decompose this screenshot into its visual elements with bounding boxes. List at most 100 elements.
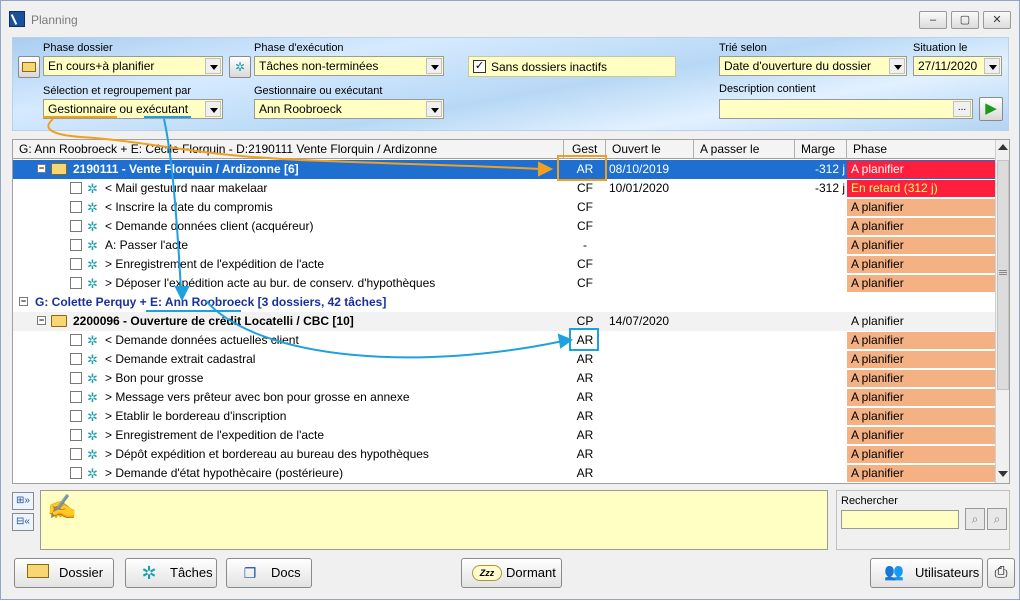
task-checkbox[interactable]	[70, 353, 82, 365]
task-row[interactable]: ✲ > Enregistrement de l'expedition de l'…	[13, 426, 995, 445]
task-row[interactable]: ✲ < Mail gestuurd naar makelaar CF 10/01…	[13, 179, 995, 198]
close-button[interactable]: ✕	[983, 11, 1011, 29]
gear-icon: ✲	[87, 352, 98, 367]
utilisateurs-button-label: Utilisateurs	[915, 565, 980, 580]
dossier-button[interactable]: Dossier	[14, 558, 114, 588]
scroll-thumb[interactable]	[997, 160, 1009, 390]
task-row[interactable]: ✲ A: Passer l'acte - A planifier	[13, 236, 995, 255]
task-row[interactable]: ✲ > Message vers prêteur avec bon pour g…	[13, 388, 995, 407]
description-input[interactable]: ...	[719, 99, 973, 119]
task-checkbox[interactable]	[70, 391, 82, 403]
phase-execution-select[interactable]: Tâches non-terminées	[254, 56, 444, 76]
task-label: < Mail gestuurd naar makelaar	[105, 181, 268, 195]
phase-dossier-value: En cours+à planifier	[48, 59, 155, 73]
situation-date-select[interactable]: 27/11/2020	[913, 56, 1002, 76]
search-input[interactable]	[841, 510, 959, 529]
dossier-row[interactable]: − 2200096 - Ouverture de crédit Locatell…	[13, 312, 995, 331]
task-checkbox[interactable]	[70, 410, 82, 422]
planning-grid: G: Ann Roobroeck + E: Cécile Florquin - …	[12, 139, 1010, 484]
task-row[interactable]: ✲ < Demande extrait cadastral AR A plani…	[13, 350, 995, 369]
dormant-button[interactable]: Zzz Dormant	[461, 558, 562, 588]
docs-button[interactable]: ❐ Docs	[226, 558, 312, 588]
task-checkbox[interactable]	[70, 334, 82, 346]
task-checkbox[interactable]	[70, 182, 82, 194]
users-icon: 👥	[884, 564, 904, 581]
notes-textarea[interactable]: ✍	[40, 490, 828, 550]
search-panel: Rechercher ⌕ ⌕	[836, 490, 1010, 550]
search-next-icon[interactable]: ⌕	[987, 508, 1007, 530]
search-prev-icon[interactable]: ⌕	[965, 508, 985, 530]
sans-inactifs-label: Sans dossiers inactifs	[491, 60, 608, 74]
gear-icon: ✲	[87, 200, 98, 215]
task-phase: A planifier	[847, 408, 995, 425]
maximize-button[interactable]: ▢	[951, 11, 979, 29]
ellipsis-button[interactable]: ...	[953, 101, 971, 117]
task-row[interactable]: ✲ > Etablir le bordereau d'inscription A…	[13, 407, 995, 426]
task-row[interactable]: ✲ > Dépôt expédition et bordereau au bur…	[13, 445, 995, 464]
collapse-icon[interactable]: −	[37, 316, 46, 325]
group-row[interactable]: − G: Colette Perquy + E: Ann Roobroeck […	[13, 293, 995, 312]
task-checkbox[interactable]	[70, 258, 82, 270]
taches-button[interactable]: ✲ Tâches	[125, 558, 217, 588]
task-checkbox[interactable]	[70, 467, 82, 479]
expand-all-icon[interactable]: ⊞»	[12, 492, 34, 510]
task-row[interactable]: ✲ < Demande données actuelles client AR …	[13, 331, 995, 350]
task-row[interactable]: ✲ > Enregistrement de l'expédition de l'…	[13, 255, 995, 274]
col-ouvert[interactable]: Ouvert le	[606, 140, 694, 159]
filter-panel: Phase dossier En cours+à planifier ✲ Pha…	[12, 37, 1009, 131]
phase-dossier-label: Phase dossier	[43, 42, 113, 54]
phase-dossier-select[interactable]: En cours+à planifier	[43, 56, 223, 76]
col-apasser[interactable]: A passer le	[694, 140, 795, 159]
gestionnaire-label: Gestionnaire ou exécutant	[254, 85, 383, 97]
col-marge[interactable]: Marge	[795, 140, 847, 159]
task-gest: AR	[576, 447, 594, 461]
sans-inactifs-box[interactable]: ✓ Sans dossiers inactifs	[468, 56, 676, 77]
notes-panel: ⊞» ⊟« ✍	[12, 490, 828, 550]
execution-gear-button[interactable]: ✲	[229, 56, 251, 78]
col-group[interactable]: G: Ann Roobroeck + E: Cécile Florquin - …	[13, 140, 564, 159]
col-phase[interactable]: Phase	[847, 140, 995, 159]
pen-paper-icon: ✍	[47, 494, 77, 521]
task-row[interactable]: ✲ > Déposer l'expédition acte au bur. de…	[13, 274, 995, 293]
scroll-down-icon[interactable]	[998, 471, 1008, 477]
trie-selon-select[interactable]: Date d'ouverture du dossier	[719, 56, 907, 76]
collapse-icon[interactable]: −	[19, 297, 28, 306]
minimize-button[interactable]: –	[919, 11, 947, 29]
task-gest: CF	[577, 219, 593, 233]
task-gest: CF	[577, 276, 593, 290]
task-row[interactable]: ✲ < Demande données client (acquéreur) C…	[13, 217, 995, 236]
task-row[interactable]: ✲ > Bon pour grosse AR A planifier	[13, 369, 995, 388]
utilisateurs-button[interactable]: 👥 Utilisateurs	[870, 558, 983, 588]
task-gest: CF	[577, 181, 593, 195]
task-checkbox[interactable]	[70, 448, 82, 460]
dossier-row[interactable]: − 2190111 - Vente Florquin / Ardizonne […	[13, 160, 995, 179]
go-button[interactable]: ▶	[979, 97, 1003, 121]
col-gest[interactable]: Gest	[564, 140, 606, 159]
phase-execution-label: Phase d'exécution	[254, 42, 344, 54]
task-phase: A planifier	[847, 370, 995, 387]
scroll-up-icon[interactable]	[998, 144, 1008, 150]
grid-header: G: Ann Roobroeck + E: Cécile Florquin - …	[13, 140, 995, 159]
task-row[interactable]: ✲ > Demande d'état hypothècaire (postéri…	[13, 464, 995, 483]
task-checkbox[interactable]	[70, 220, 82, 232]
dossier-marge: -312 j	[814, 162, 845, 176]
collapse-icon[interactable]: −	[37, 164, 46, 173]
sans-inactifs-checkbox[interactable]: ✓	[473, 60, 486, 73]
task-row[interactable]: ✲ < Inscrire la date du compromis CF A p…	[13, 198, 995, 217]
chevron-down-icon	[205, 58, 221, 74]
gestionnaire-select[interactable]: Ann Roobroeck	[254, 99, 444, 119]
task-checkbox[interactable]	[70, 239, 82, 251]
task-checkbox[interactable]	[70, 277, 82, 289]
task-checkbox[interactable]	[70, 372, 82, 384]
vertical-scrollbar[interactable]	[995, 140, 1009, 483]
print-button[interactable]: ⎙	[987, 558, 1015, 588]
dossier-title: 2200096 - Ouverture de crédit Locatelli …	[73, 314, 354, 328]
collapse-all-icon[interactable]: ⊟«	[12, 513, 34, 531]
open-folder-button[interactable]	[18, 56, 40, 78]
task-checkbox[interactable]	[70, 201, 82, 213]
selection-value: Gestionnaire ou exécutant	[48, 102, 189, 116]
selection-select[interactable]: Gestionnaire ou exécutant	[43, 99, 223, 119]
chevron-down-icon	[426, 101, 442, 117]
task-checkbox[interactable]	[70, 429, 82, 441]
task-gest: AR	[576, 333, 594, 347]
